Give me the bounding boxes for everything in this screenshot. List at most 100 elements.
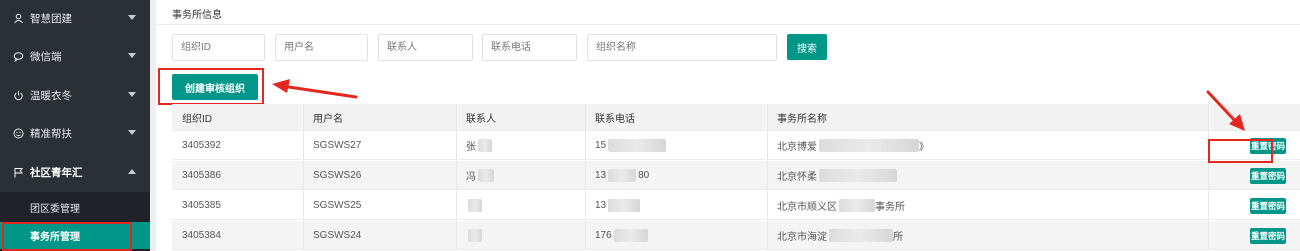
- org-name-input[interactable]: [587, 34, 777, 61]
- redaction-blur: [478, 168, 494, 182]
- column-divider: [585, 221, 586, 249]
- table-row: 3405386 SGSWS26 冯 13 80 北京怀柔 重置密码: [172, 161, 1300, 190]
- column-divider: [585, 161, 586, 189]
- search-button[interactable]: 搜索: [787, 34, 827, 60]
- sidebar-item-label: 微信端: [30, 50, 62, 63]
- redaction-blur: [829, 228, 893, 242]
- user-group-icon: [12, 12, 24, 24]
- column-divider: [585, 191, 586, 219]
- column-divider: [456, 104, 457, 130]
- office-name-tail: 所: [893, 231, 903, 243]
- sidebar-item-wechat[interactable]: 微信端: [0, 38, 150, 74]
- reset-password-button[interactable]: 重置密码: [1250, 228, 1286, 244]
- annotation-highlight-box: [2, 222, 132, 251]
- divider: [156, 24, 1300, 25]
- column-divider: [767, 191, 768, 219]
- column-header: 事务所名称: [777, 113, 827, 125]
- phone-cell: 13 80: [585, 161, 767, 189]
- org-id-input[interactable]: [172, 34, 265, 61]
- phone-text: 15: [595, 139, 607, 151]
- column-divider: [303, 221, 304, 249]
- username-cell: SGSWS24: [313, 229, 362, 241]
- username-cell: SGSWS25: [313, 199, 362, 211]
- column-divider: [767, 104, 768, 130]
- sidebar-subitem-label: 团区委管理: [30, 204, 80, 215]
- chevron-up-icon: [128, 169, 136, 174]
- redaction-blur: [839, 198, 875, 212]
- phone-cell: 15: [585, 131, 767, 159]
- phone-tail: 80: [638, 169, 650, 181]
- office-name-text: 北京市海淀: [777, 231, 827, 243]
- column-divider: [303, 104, 304, 130]
- column-divider: [456, 131, 457, 159]
- redaction-blur: [819, 138, 919, 152]
- phone-text: 176: [595, 229, 612, 241]
- sidebar-item-label: 社区青年汇: [30, 166, 83, 179]
- redaction-blur: [613, 228, 648, 242]
- column-header: 联系人: [466, 113, 496, 125]
- column-divider: [767, 131, 768, 159]
- column-divider: [456, 221, 457, 249]
- contact-cell: 张: [456, 131, 585, 159]
- column-divider: [456, 161, 457, 189]
- org-id-cell: 3405384: [182, 229, 221, 241]
- column-header: 组织ID: [182, 113, 212, 125]
- main-content: 事务所信息 搜索 创建审核组织 组织ID 用户名 联系人 联系电话 事务所名称 …: [156, 0, 1300, 251]
- redaction-blur: [608, 198, 641, 212]
- office-name-text: 北京市顺义区: [777, 201, 837, 213]
- page-title: 事务所信息: [172, 10, 222, 21]
- flag-icon: [12, 166, 24, 178]
- office-name-cell: 北京怀柔: [767, 161, 1207, 189]
- phone-text: 13: [595, 169, 607, 181]
- column-divider: [767, 221, 768, 249]
- table-row: 3405385 SGSWS25 13 北京市顺义区 事务所 重置密码: [172, 191, 1300, 220]
- column-divider: [303, 191, 304, 219]
- sidebar-item-smart-league[interactable]: 智慧团建: [0, 0, 150, 36]
- reset-password-button[interactable]: 重置密码: [1250, 168, 1286, 184]
- column-divider: [1208, 221, 1209, 249]
- table-row: 3405392 SGSWS27 张 15 北京博爱》 重置密码: [172, 131, 1300, 160]
- office-name-text: 北京博爱: [777, 141, 817, 153]
- column-header: 联系电话: [595, 113, 635, 125]
- redaction-blur: [468, 198, 482, 212]
- phone-input[interactable]: [482, 34, 577, 61]
- username-cell: SGSWS26: [313, 169, 362, 181]
- column-divider: [767, 161, 768, 189]
- annotation-highlight-box: [1208, 139, 1273, 163]
- sidebar-item-warm-winter[interactable]: 温暖衣冬: [0, 77, 150, 113]
- sidebar-item-community-youth[interactable]: 社区青年汇: [0, 154, 150, 190]
- office-name-cell: 北京市海淀 所: [767, 221, 1207, 249]
- column-divider: [303, 131, 304, 159]
- sidebar-item-label: 智慧团建: [30, 12, 72, 25]
- office-name-cell: 北京市顺义区 事务所: [767, 191, 1207, 219]
- phone-text: 13: [595, 199, 607, 211]
- redaction-blur: [468, 228, 482, 242]
- table-row: 3405384 SGSWS24 176 北京市海淀 所 重置密码: [172, 221, 1300, 250]
- contact-cell: [456, 191, 585, 219]
- redaction-blur: [608, 138, 667, 152]
- contact-input[interactable]: [378, 34, 473, 61]
- create-audit-org-button[interactable]: 创建审核组织: [172, 74, 258, 100]
- reset-password-button[interactable]: 重置密码: [1250, 198, 1286, 214]
- wechat-icon: [12, 50, 24, 62]
- chevron-down-icon: [128, 15, 136, 20]
- power-icon: [12, 89, 24, 101]
- smile-icon: [12, 127, 24, 139]
- contact-text: 张: [466, 141, 476, 153]
- sidebar-subitem-league-committee[interactable]: 团区委管理: [0, 194, 150, 221]
- username-input[interactable]: [275, 34, 368, 61]
- office-name-cell: 北京博爱 》: [767, 131, 1207, 159]
- office-name-text: 北京怀柔: [777, 171, 817, 183]
- phone-cell: 176: [585, 221, 767, 249]
- column-header: 用户名: [313, 113, 343, 125]
- column-divider: [1208, 104, 1209, 130]
- column-divider: [585, 104, 586, 130]
- org-id-cell: 3405392: [182, 139, 221, 151]
- column-divider: [303, 161, 304, 189]
- sidebar-item-label: 温暖衣冬: [30, 89, 72, 102]
- sidebar-item-precise-aid[interactable]: 精准帮扶: [0, 115, 150, 151]
- org-id-cell: 3405386: [182, 169, 221, 181]
- chevron-down-icon: [128, 53, 136, 58]
- redaction-blur: [608, 168, 637, 182]
- chevron-down-icon: [128, 92, 136, 97]
